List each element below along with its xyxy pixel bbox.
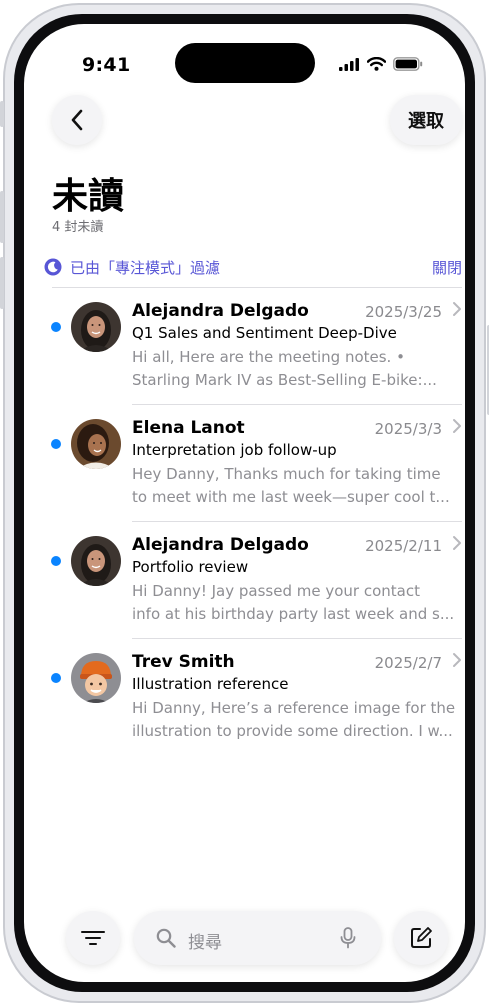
screen: 9:41 選取 未讀 4 封未讀 已由「專注模式」過濾 關閉 Alejandra… (24, 24, 465, 982)
chevron-right-icon (453, 419, 461, 433)
preview-line: Hi all, Here are the meeting notes. • (132, 348, 405, 366)
volume-down-button (0, 257, 4, 309)
search-icon (156, 928, 176, 948)
message-date: 2025/3/3 (374, 420, 442, 438)
message-subject: Portfolio review (132, 558, 249, 576)
message-subject: Q1 Sales and Sentiment Deep-Dive (132, 324, 397, 342)
focus-filter-close-button[interactable]: 關閉 (432, 257, 462, 278)
microphone-icon[interactable] (340, 927, 356, 949)
status-icons (339, 57, 423, 71)
phone-frame: 9:41 選取 未讀 4 封未讀 已由「專注模式」過濾 關閉 Alejandra… (0, 3, 489, 1003)
message-preview: Hi all, Here are the meeting notes. • St… (132, 346, 458, 392)
select-button-label: 選取 (408, 111, 444, 132)
avatar (71, 536, 121, 586)
chevron-right-icon (453, 302, 461, 316)
preview-line: info at his birthday party last week and… (132, 605, 455, 623)
message-row[interactable]: Trev Smith 2025/2/7 Illustration referen… (24, 639, 465, 756)
sender-name: Alejandra Delgado (132, 301, 309, 321)
moon-icon (44, 258, 62, 276)
focus-filter-label: 已由「專注模式」過濾 (70, 258, 221, 277)
side-button (0, 101, 4, 127)
avatar (71, 302, 121, 352)
preview-line: to meet with me last week—super cool t..… (132, 488, 450, 506)
avatar (71, 653, 121, 703)
wifi-icon (367, 57, 386, 71)
unread-indicator (51, 673, 61, 683)
battery-icon (393, 57, 423, 71)
preview-line: Hey Danny, Thanks much for taking time (132, 465, 441, 483)
message-date: 2025/3/25 (365, 303, 442, 321)
search-placeholder: 搜尋 (188, 933, 222, 953)
unread-count: 4 封未讀 (52, 220, 104, 235)
preview-line: Starling Mark IV as Best-Selling E-bike:… (132, 371, 437, 389)
status-time: 9:41 (82, 54, 131, 76)
unread-indicator (51, 556, 61, 566)
unread-indicator (51, 322, 61, 332)
message-row[interactable]: Elena Lanot 2025/3/3 Interpretation job … (24, 405, 465, 522)
message-date: 2025/2/7 (374, 654, 442, 672)
unread-indicator (51, 439, 61, 449)
bezel: 9:41 選取 未讀 4 封未讀 已由「專注模式」過濾 關閉 Alejandra… (14, 14, 475, 992)
preview-line: Hi Danny! Jay passed me your contact (132, 582, 420, 600)
compose-icon (411, 927, 432, 948)
filter-lines-icon (81, 931, 105, 945)
preview-line: illustration to provide some direction. … (132, 722, 453, 740)
message-preview: Hi Danny! Jay passed me your contact inf… (132, 580, 458, 626)
message-subject: Interpretation job follow-up (132, 441, 337, 459)
message-preview: Hi Danny, Here’s a reference image for t… (132, 697, 458, 743)
chevron-left-icon (71, 109, 83, 131)
filter-button[interactable] (66, 911, 120, 965)
page-title: 未讀 (52, 176, 125, 217)
volume-up-button (0, 191, 4, 243)
back-button[interactable] (52, 95, 102, 145)
sender-name: Elena Lanot (132, 418, 245, 438)
select-button[interactable]: 選取 (390, 95, 462, 145)
dynamic-island (175, 43, 315, 83)
compose-button[interactable] (394, 911, 448, 965)
message-row[interactable]: Alejandra Delgado 2025/3/25 Q1 Sales and… (24, 288, 465, 405)
message-row[interactable]: Alejandra Delgado 2025/2/11 Portfolio re… (24, 522, 465, 639)
cellular-signal-icon (339, 57, 359, 71)
preview-line: Hi Danny, Here’s a reference image for t… (132, 699, 456, 717)
chevron-right-icon (453, 536, 461, 550)
avatar (71, 419, 121, 469)
sender-name: Alejandra Delgado (132, 535, 309, 555)
message-subject: Illustration reference (132, 675, 289, 693)
sender-name: Trev Smith (132, 652, 235, 672)
message-date: 2025/2/11 (365, 537, 442, 555)
focus-filter-bar: 已由「專注模式」過濾 關閉 (44, 256, 462, 278)
search-field[interactable]: 搜尋 (134, 911, 381, 965)
message-preview: Hey Danny, Thanks much for taking time t… (132, 463, 458, 509)
chevron-right-icon (453, 653, 461, 667)
